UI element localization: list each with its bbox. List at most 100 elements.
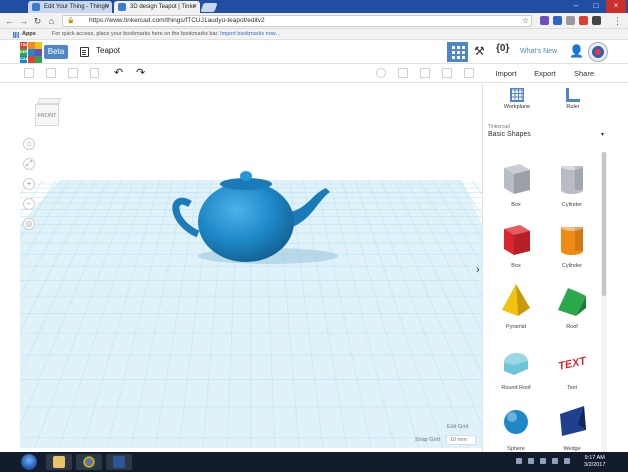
edit-grid-link[interactable]: Edit Grid <box>447 424 468 430</box>
duplicate-icon[interactable] <box>68 68 78 78</box>
perspective-icon[interactable]: ◎ <box>23 218 35 230</box>
snap-grid-select[interactable]: 10 mm <box>446 435 476 445</box>
maximize-window-icon[interactable]: □ <box>586 0 606 13</box>
taskbar-explorer[interactable] <box>46 454 72 470</box>
url-input[interactable]: 🔒 https://www.tinkercad.com/things/fTCUJ… <box>62 15 532 27</box>
home-icon[interactable]: ⌂ <box>46 15 57 27</box>
beta-badge[interactable]: Beta <box>44 45 68 59</box>
zoom-in-icon[interactable]: + <box>23 178 35 190</box>
align-icon[interactable] <box>442 68 452 78</box>
3d-view-button[interactable] <box>447 42 468 62</box>
thingiverse-favicon-icon <box>32 3 40 11</box>
ruler-button[interactable]: Ruler <box>553 88 593 110</box>
shape-tile-pyramid[interactable]: Pyramid <box>488 280 544 340</box>
import-bookmarks-link[interactable]: Import bookmarks now... <box>220 31 280 37</box>
build-hammer-icon[interactable]: ⚒ <box>474 45 485 57</box>
light-bulb-icon[interactable] <box>376 68 386 78</box>
browser-tab-strip: Edit Your Thing - Thingiv × 3D design Te… <box>0 0 628 13</box>
shape-tile-text[interactable]: TEXT Text <box>544 341 600 401</box>
new-tab-button[interactable] <box>200 3 218 12</box>
code-blocks-button[interactable]: {0} <box>496 43 509 54</box>
bookmark-star-icon[interactable]: ☆ <box>520 15 531 27</box>
browser-tab-thingiverse[interactable]: Edit Your Thing - Thingiv × <box>28 1 112 13</box>
tinkercad-favicon-icon <box>118 3 126 11</box>
system-clock[interactable]: 9:17 AM 3/2/2017 <box>584 455 605 469</box>
close-tab-icon[interactable]: × <box>193 1 197 13</box>
shape-tile-roundroof[interactable]: Round Roof <box>488 341 544 401</box>
tinkercad-logo[interactable]: TIN KER CAD <box>20 42 42 63</box>
wedge-icon <box>560 406 586 436</box>
shape-label: Box <box>511 263 521 269</box>
clock-time: 9:17 AM <box>584 455 605 461</box>
import-button[interactable]: Import <box>488 66 524 81</box>
shape-tile-cylinder[interactable]: Cylinder <box>544 219 600 279</box>
shape-label: Round Roof <box>501 385 531 391</box>
view-cube-front[interactable]: FRONT <box>35 104 59 126</box>
redo-icon[interactable]: ↷ <box>136 66 145 80</box>
extension-icon[interactable] <box>566 16 575 25</box>
network-icon[interactable] <box>552 458 558 464</box>
view-cube[interactable]: FRONT <box>34 98 62 128</box>
back-icon[interactable]: ← <box>4 15 15 27</box>
box-icon <box>504 164 530 194</box>
shape-label: Pyramid <box>505 324 527 330</box>
snap-grid-label: Snap Grid <box>415 437 440 443</box>
copy-icon[interactable] <box>24 68 34 78</box>
undo-icon[interactable]: ↶ <box>114 66 123 80</box>
windows-taskbar: 9:17 AM 3/2/2017 <box>0 452 628 472</box>
extension-icon[interactable] <box>553 16 562 25</box>
home-view-icon[interactable]: ⌂ <box>23 138 35 150</box>
apps-grid-icon[interactable] <box>13 32 19 38</box>
panel-scrollbar-thumb[interactable] <box>602 152 606 296</box>
apps-link[interactable]: Apps <box>22 29 36 40</box>
browser-menu-icon[interactable]: ⋮ <box>612 15 623 27</box>
minimize-window-icon[interactable]: – <box>566 0 586 13</box>
close-tab-icon[interactable]: × <box>105 1 109 13</box>
shape-group-icon[interactable] <box>398 68 408 78</box>
fit-view-icon[interactable]: ⤢ <box>23 158 35 170</box>
tray-icon[interactable] <box>528 458 534 464</box>
export-button[interactable]: Export <box>527 66 563 81</box>
url-text: https://www.tinkercad.com/things/fTCUJ1a… <box>89 17 265 24</box>
workplane-svg[interactable] <box>20 84 482 448</box>
taskbar-word[interactable] <box>106 454 132 470</box>
shape-label: Text <box>566 385 578 391</box>
volume-icon[interactable] <box>564 458 570 464</box>
tinkercad-header: TIN KER CAD Beta Teapot ⚒ {0} What's New… <box>0 40 628 64</box>
roundroof-icon <box>504 352 528 375</box>
add-user-icon[interactable]: 👤 <box>569 44 584 58</box>
shape-tile-box[interactable]: Box <box>488 158 544 218</box>
shape-tile-roof[interactable]: Roof <box>544 280 600 340</box>
ungroup-icon[interactable] <box>420 68 430 78</box>
design-list-icon[interactable] <box>80 47 89 57</box>
workplane-button[interactable]: Workplane <box>497 88 537 110</box>
extension-icon[interactable] <box>592 16 601 25</box>
mirror-icon[interactable] <box>464 68 474 78</box>
bookmarks-hint-text: For quick access, place your bookmarks h… <box>52 31 219 37</box>
share-button[interactable]: Share <box>566 66 602 81</box>
close-window-icon[interactable]: × <box>606 0 626 13</box>
delete-icon[interactable] <box>90 68 99 78</box>
start-button[interactable] <box>21 454 37 470</box>
shape-tile-cylinder[interactable]: Cylinder <box>544 158 600 218</box>
zoom-out-icon[interactable]: − <box>23 198 35 210</box>
tray-icon[interactable] <box>516 458 522 464</box>
extension-icon[interactable] <box>540 16 549 25</box>
workplane-canvas[interactable]: FRONT ⌂ ⤢ + − ◎ › Edit Grid Snap Grid 10… <box>20 84 482 448</box>
collapse-panel-icon[interactable]: › <box>476 264 480 276</box>
browser-tab-tinkercad[interactable]: 3D design Teapot | Tinke × <box>114 1 200 13</box>
paste-icon[interactable] <box>46 68 56 78</box>
category-source: Tinkercad <box>488 124 510 130</box>
extension-icon[interactable] <box>579 16 588 25</box>
shape-category-select[interactable]: Basic Shapes ▾ <box>488 131 604 138</box>
address-bar-row: ← → ↻ ⌂ 🔒 https://www.tinkercad.com/thin… <box>0 13 628 29</box>
design-title[interactable]: Teapot <box>96 46 120 55</box>
whats-new-link[interactable]: What's New <box>520 48 557 55</box>
shape-tile-box[interactable]: Box <box>488 219 544 279</box>
forward-icon[interactable]: → <box>18 15 29 27</box>
ruler-label: Ruler <box>566 104 580 110</box>
tray-icon[interactable] <box>540 458 546 464</box>
avatar[interactable] <box>588 42 608 62</box>
taskbar-chrome[interactable] <box>76 454 102 470</box>
reload-icon[interactable]: ↻ <box>32 15 43 27</box>
